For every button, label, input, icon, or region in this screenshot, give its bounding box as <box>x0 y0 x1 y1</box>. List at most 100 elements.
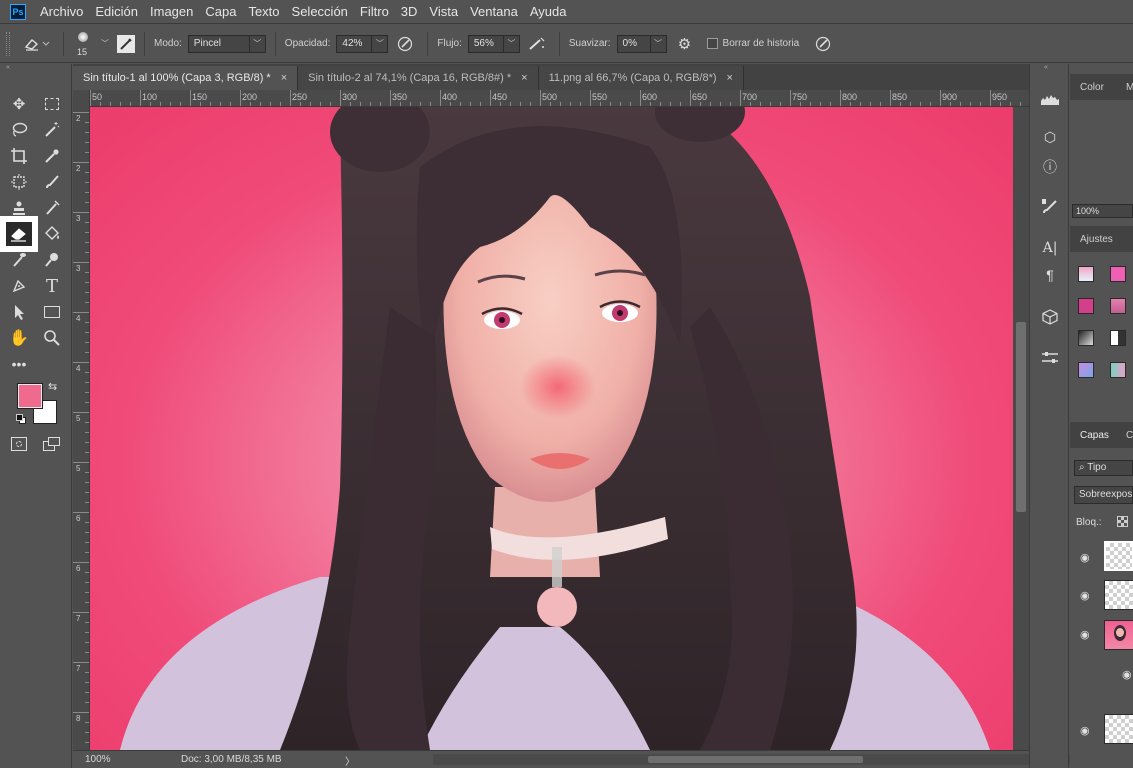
character-icon[interactable]: A| <box>1038 237 1062 259</box>
horizontal-ruler[interactable]: 50 100 150 200 250 300 350 400 450 500 550 600 650 70… <box>90 90 1029 107</box>
menu-edicion[interactable]: Edición <box>95 4 138 19</box>
zoom-icon[interactable] <box>39 326 65 350</box>
status-arrow-icon[interactable]: 〉 <box>345 753 355 768</box>
pen-icon[interactable] <box>6 274 32 298</box>
layer-visibility-icon[interactable]: ◉ <box>1080 726 1094 737</box>
opacity-field[interactable]: 42% <box>336 34 373 53</box>
menu-imagen[interactable]: Imagen <box>150 4 193 19</box>
vertical-ruler[interactable]: 2 2 3 3 4 4 5 5 6 6 7 7 8 <box>73 90 90 750</box>
layer-effect-visibility-icon[interactable]: ◉ <box>1122 670 1133 681</box>
dodge-icon[interactable] <box>39 248 65 272</box>
lock-transparency-icon[interactable] <box>1117 516 1128 527</box>
histogram-icon[interactable] <box>1038 88 1062 110</box>
menu-capa[interactable]: Capa <box>205 4 236 19</box>
more-tools-icon[interactable]: ••• <box>6 352 32 376</box>
tab-color[interactable]: Color <box>1080 82 1104 93</box>
erase-history-checkbox[interactable] <box>706 38 718 49</box>
tab-sin-titulo-2[interactable]: Sin título-2 al 74,1% (Capa 16, RGB/8#) … <box>298 66 539 90</box>
properties-icon[interactable] <box>1038 347 1062 369</box>
vertical-scroll-thumb[interactable] <box>1016 322 1026 512</box>
info-icon[interactable]: ⓘ <box>1038 156 1062 178</box>
gear-icon[interactable]: ⚙ <box>673 35 697 53</box>
layer-visibility-icon[interactable]: ◉ <box>1080 591 1094 602</box>
brush-settings-panel-icon[interactable] <box>1038 196 1062 218</box>
layer-thumbnail[interactable] <box>1104 620 1133 650</box>
strip-collapse-icon[interactable]: « <box>1044 64 1048 71</box>
lasso-icon[interactable] <box>6 118 32 142</box>
flow-field[interactable]: 56% <box>467 34 504 53</box>
layer-thumbnail[interactable] <box>1104 541 1133 571</box>
eraser-icon[interactable] <box>0 216 38 252</box>
foreground-color-swatch[interactable] <box>17 383 43 409</box>
airbrush-icon[interactable] <box>524 36 550 52</box>
layer-visibility-icon[interactable]: ◉ <box>1080 630 1094 641</box>
menu-ayuda[interactable]: Ayuda <box>530 4 567 19</box>
paragraph-icon[interactable]: ¶ <box>1038 264 1062 286</box>
brush-settings-icon[interactable] <box>117 34 135 53</box>
curves-adjust-icon[interactable] <box>1078 298 1094 314</box>
zoom-level[interactable]: 100% <box>85 754 181 765</box>
options-grip[interactable] <box>6 31 10 56</box>
menu-texto[interactable]: Texto <box>248 4 279 19</box>
eraser-preset-icon[interactable] <box>20 36 54 52</box>
tab-capas[interactable]: Capas <box>1080 430 1109 441</box>
frame-icon[interactable] <box>6 170 32 194</box>
horizontal-scrollbar[interactable] <box>433 754 1093 765</box>
opacity-dropdown-icon[interactable]: ﹀ <box>372 34 389 53</box>
move-icon[interactable]: ✥ <box>6 92 32 116</box>
gradient-map-adjust-icon[interactable] <box>1078 362 1094 378</box>
eyedropper-icon[interactable] <box>39 144 65 168</box>
pressure-size-icon[interactable] <box>813 35 833 53</box>
exposure-adjust-icon[interactable] <box>1110 298 1126 314</box>
tab-swatches[interactable]: M <box>1126 82 1133 93</box>
magic-wand-icon[interactable] <box>39 118 65 142</box>
close-icon[interactable]: × <box>281 72 287 84</box>
tab-sin-titulo-1[interactable]: Sin título-1 al 100% (Capa 3, RGB/8) * × <box>73 66 299 90</box>
default-colors-icon[interactable] <box>16 414 26 424</box>
mode-dropdown-icon[interactable]: ﹀ <box>249 34 266 53</box>
3d-layers-icon[interactable]: ⬡ <box>1038 126 1062 148</box>
layer-thumbnail[interactable] <box>1104 714 1133 744</box>
black-white-adjust-icon[interactable] <box>1078 330 1094 346</box>
layer-filter-field[interactable]: ⌕ Tipo <box>1074 460 1133 476</box>
tab-ajustes[interactable]: Ajustes <box>1080 234 1113 245</box>
navigator-zoom-field[interactable]: 100% <box>1072 204 1133 218</box>
smooth-dropdown-icon[interactable]: ﹀ <box>650 34 667 53</box>
smooth-field[interactable]: 0% <box>616 34 651 53</box>
close-icon[interactable]: × <box>727 72 733 84</box>
invert-adjust-icon[interactable] <box>1110 330 1126 346</box>
paint-bucket-icon[interactable] <box>39 222 65 246</box>
flow-dropdown-icon[interactable]: ﹀ <box>503 34 520 53</box>
swap-colors-icon[interactable]: ⇆ <box>48 380 57 393</box>
levels-adjust-icon[interactable] <box>1110 266 1126 282</box>
screen-mode-icon[interactable] <box>43 437 61 451</box>
brightness-adjust-icon[interactable] <box>1078 266 1094 282</box>
menu-seleccion[interactable]: Selección <box>292 4 348 19</box>
tab-channels[interactable]: C <box>1126 430 1133 441</box>
3d-icon[interactable] <box>1038 306 1062 328</box>
layer-visibility-icon[interactable]: ◉ <box>1080 553 1094 564</box>
menu-ventana[interactable]: Ventana <box>470 4 518 19</box>
menu-3d[interactable]: 3D <box>401 4 418 19</box>
document-canvas-photo[interactable] <box>90 107 1013 750</box>
brush-icon[interactable] <box>39 170 65 194</box>
tab-11-png[interactable]: 11.png al 66,7% (Capa 0, RGB/8*) × <box>538 66 744 90</box>
menu-archivo[interactable]: Archivo <box>40 4 83 19</box>
close-icon[interactable]: × <box>521 72 527 84</box>
history-brush-icon[interactable] <box>39 196 65 220</box>
canvas-area[interactable] <box>90 107 1013 750</box>
pressure-opacity-icon[interactable] <box>392 35 418 53</box>
mode-select[interactable]: Pincel <box>187 34 250 53</box>
marquee-icon[interactable] <box>39 92 65 116</box>
horizontal-scroll-thumb[interactable] <box>648 756 863 763</box>
crop-icon[interactable] <box>6 144 32 168</box>
blend-mode-select[interactable]: Sobreexpos <box>1074 486 1133 504</box>
layer-thumbnail[interactable] <box>1104 580 1133 610</box>
brush-dropdown-icon[interactable]: ﹀ <box>101 38 109 49</box>
smudge-icon[interactable] <box>6 248 32 272</box>
menu-vista[interactable]: Vista <box>429 4 458 19</box>
menu-filtro[interactable]: Filtro <box>360 4 389 19</box>
type-icon[interactable]: T <box>39 274 65 298</box>
quick-mask-icon[interactable] <box>11 437 27 451</box>
panel-collapse-icon[interactable]: « <box>0 64 71 74</box>
